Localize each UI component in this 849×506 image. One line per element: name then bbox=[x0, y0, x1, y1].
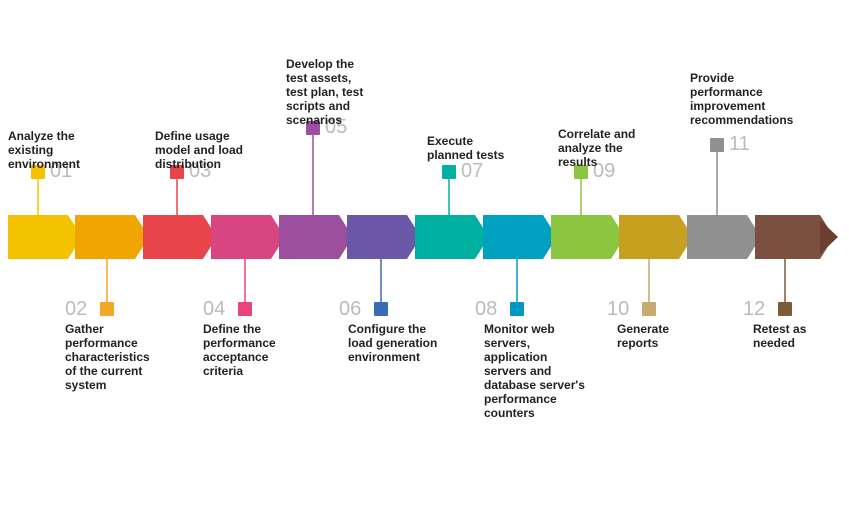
label-04b: performance bbox=[203, 336, 276, 350]
label-08d: servers and bbox=[484, 364, 551, 378]
arrow-6 bbox=[347, 215, 421, 259]
label-08g: counters bbox=[484, 406, 535, 420]
arrow-11 bbox=[687, 215, 761, 259]
label-02b: performance bbox=[65, 336, 138, 350]
label-01b: existing bbox=[8, 143, 53, 157]
label-11b: performance bbox=[690, 85, 763, 99]
dot-02 bbox=[100, 302, 114, 316]
label-12b: needed bbox=[753, 336, 795, 350]
dot-08 bbox=[510, 302, 524, 316]
label-03a: Define usage bbox=[155, 129, 230, 143]
dot-12 bbox=[778, 302, 792, 316]
label-12a: Retest as bbox=[753, 322, 807, 336]
label-03b: model and load bbox=[155, 143, 243, 157]
label-10b: reports bbox=[617, 336, 659, 350]
arrow-5 bbox=[279, 215, 353, 259]
label-07a: Execute bbox=[427, 134, 473, 148]
label-07b: planned tests bbox=[427, 148, 505, 162]
dot-06 bbox=[374, 302, 388, 316]
dot-07 bbox=[442, 165, 456, 179]
label-04a: Define the bbox=[203, 322, 261, 336]
label-06a: Configure the bbox=[348, 322, 426, 336]
label-05a: Develop the bbox=[286, 57, 354, 71]
label-06c: environment bbox=[348, 350, 420, 364]
label-11d: recommendations bbox=[690, 113, 794, 127]
label-04d: criteria bbox=[203, 364, 243, 378]
arrow-tip bbox=[820, 220, 838, 254]
label-11c: improvement bbox=[690, 99, 765, 113]
label-10a: Generate bbox=[617, 322, 669, 336]
label-11a: Provide bbox=[690, 71, 734, 85]
arrow-7 bbox=[415, 215, 489, 259]
label-02d: of the current bbox=[65, 364, 142, 378]
label-02e: system bbox=[65, 378, 106, 392]
arrow-10 bbox=[619, 215, 693, 259]
diagram-container: 01 Analyze the existing environment 03 D… bbox=[0, 0, 849, 506]
dot-04 bbox=[238, 302, 252, 316]
num-04: 04 bbox=[203, 298, 225, 320]
num-07: 07 bbox=[461, 160, 483, 182]
arrow-1 bbox=[8, 215, 82, 259]
label-05d: scripts and bbox=[286, 99, 350, 113]
num-06: 06 bbox=[339, 298, 361, 320]
arrow-8 bbox=[483, 215, 557, 259]
arrow-9 bbox=[551, 215, 625, 259]
main-diagram: 01 Analyze the existing environment 03 D… bbox=[0, 0, 849, 506]
num-11: 11 bbox=[729, 133, 750, 155]
label-08c: application bbox=[484, 350, 547, 364]
label-02a: Gather bbox=[65, 322, 104, 336]
label-08b: servers, bbox=[484, 336, 530, 350]
num-08: 08 bbox=[475, 298, 497, 320]
label-01c: environment bbox=[8, 157, 80, 171]
arrow-4 bbox=[211, 215, 285, 259]
label-02c: characteristics bbox=[65, 350, 150, 364]
label-08e: database server's bbox=[484, 378, 585, 392]
arrow-3 bbox=[143, 215, 217, 259]
label-05e: scenarios bbox=[286, 113, 342, 127]
label-09a: Correlate and bbox=[558, 127, 635, 141]
label-08f: performance bbox=[484, 392, 557, 406]
label-08a: Monitor web bbox=[484, 322, 555, 336]
label-05c: test plan, test bbox=[286, 85, 363, 99]
label-09b: analyze the bbox=[558, 141, 623, 155]
label-09c: results bbox=[558, 155, 598, 169]
label-05b: test assets, bbox=[286, 71, 351, 85]
label-06b: load generation bbox=[348, 336, 437, 350]
dot-11 bbox=[710, 138, 724, 152]
label-01: Analyze the bbox=[8, 129, 75, 143]
num-10: 10 bbox=[607, 298, 629, 320]
label-03c: distribution bbox=[155, 157, 221, 171]
num-12: 12 bbox=[743, 298, 765, 320]
label-04c: acceptance bbox=[203, 350, 269, 364]
num-02: 02 bbox=[65, 298, 87, 320]
dot-10 bbox=[642, 302, 656, 316]
arrow-2 bbox=[75, 215, 149, 259]
